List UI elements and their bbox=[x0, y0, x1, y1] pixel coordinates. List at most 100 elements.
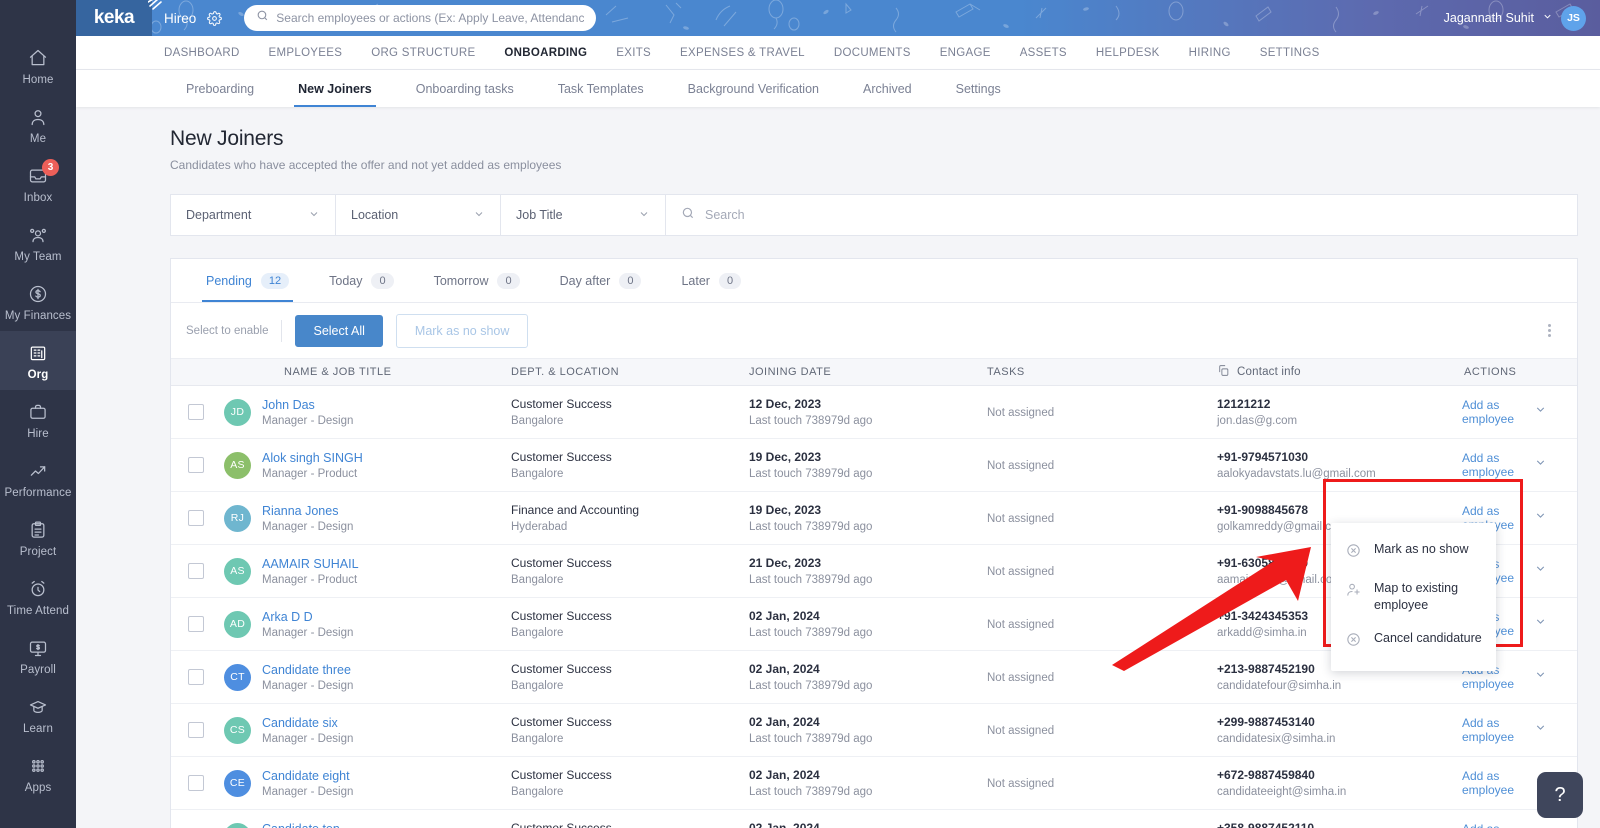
subnav-item-task-templates[interactable]: Task Templates bbox=[536, 70, 666, 107]
add-as-employee-link[interactable]: Add as employee bbox=[1462, 822, 1522, 828]
sidebar-item-hire[interactable]: Hire bbox=[0, 390, 76, 449]
table-row[interactable]: JD John Das Manager - Design Customer Succe… bbox=[171, 386, 1577, 439]
subnav-item-archived[interactable]: Archived bbox=[841, 70, 934, 107]
nav-item-onboarding[interactable]: ONBOARDING bbox=[504, 36, 587, 76]
chevron-down-icon[interactable] bbox=[1534, 721, 1547, 739]
add-as-employee-link[interactable]: Add as employee bbox=[1462, 451, 1522, 479]
nav-item-expenses-travel[interactable]: EXPENSES & TRAVEL bbox=[680, 36, 805, 70]
tab-pending[interactable]: Pending 12 bbox=[186, 259, 309, 302]
select-all-button[interactable]: Select All bbox=[295, 314, 383, 347]
row-checkbox[interactable] bbox=[187, 669, 204, 685]
sidebar-item-apps[interactable]: Apps bbox=[0, 744, 76, 803]
keka-logo[interactable]: keka bbox=[76, 0, 162, 36]
menu-item-mark-as-no-show[interactable]: Mark as no show bbox=[1331, 533, 1496, 572]
subnav-item-settings[interactable]: Settings bbox=[934, 70, 1023, 107]
nav-item-engage[interactable]: ENGAGE bbox=[940, 36, 991, 70]
nav-item-hiring[interactable]: HIRING bbox=[1189, 36, 1231, 70]
subnav-item-preboarding[interactable]: Preboarding bbox=[164, 70, 276, 107]
nav-item-documents[interactable]: DOCUMENTS bbox=[834, 36, 911, 70]
subnav-item-new-joiners[interactable]: New Joiners bbox=[276, 70, 394, 107]
avatar[interactable]: CS bbox=[224, 716, 251, 744]
candidate-name-link[interactable]: Arka D D bbox=[262, 610, 353, 624]
row-checkbox[interactable] bbox=[187, 510, 204, 526]
global-search-input[interactable] bbox=[276, 11, 585, 25]
table-row[interactable]: AS Alok singh SINGH Manager - Product Custo… bbox=[171, 439, 1577, 492]
row-checkbox[interactable] bbox=[187, 775, 204, 791]
chevron-down-icon[interactable] bbox=[1534, 509, 1547, 527]
table-row[interactable]: CTCandidate tenManager - DesignCustomer … bbox=[171, 810, 1577, 828]
candidate-name-link[interactable]: Candidate three bbox=[262, 663, 353, 677]
sidebar-item-me[interactable]: Me bbox=[0, 95, 76, 154]
add-as-employee-link[interactable]: Add as employee bbox=[1462, 398, 1522, 426]
user-menu[interactable]: Jagannath Suhit JS bbox=[1444, 5, 1600, 31]
nav-item-settings[interactable]: SETTINGS bbox=[1260, 36, 1320, 70]
nav-item-exits[interactable]: EXITS bbox=[616, 36, 651, 70]
product-name[interactable]: Hireo bbox=[164, 11, 196, 26]
tab-tomorrow[interactable]: Tomorrow 0 bbox=[414, 259, 540, 302]
row-checkbox[interactable] bbox=[187, 722, 204, 738]
subnav-item-background-verification[interactable]: Background Verification bbox=[666, 70, 841, 107]
help-button[interactable]: ? bbox=[1537, 772, 1583, 818]
sidebar-item-home[interactable]: Home bbox=[0, 36, 76, 95]
candidate-name-link[interactable]: Alok singh SINGH bbox=[262, 451, 363, 465]
tab-today[interactable]: Today 0 bbox=[309, 259, 413, 302]
sidebar-item-org[interactable]: Org bbox=[0, 331, 76, 390]
row-checkbox[interactable] bbox=[187, 563, 204, 579]
chevron-down-icon[interactable] bbox=[1534, 615, 1547, 633]
row-checkbox[interactable] bbox=[187, 457, 204, 473]
chevron-down-icon[interactable] bbox=[1534, 562, 1547, 580]
sidebar-item-my-finances[interactable]: My Finances bbox=[0, 272, 76, 331]
candidate-name-link[interactable]: Candidate six bbox=[262, 716, 353, 730]
tab-day-after[interactable]: Day after 0 bbox=[540, 259, 662, 302]
avatar[interactable]: CT bbox=[224, 663, 251, 691]
nav-item-employees[interactable]: EMPLOYEES bbox=[269, 36, 343, 70]
table-row[interactable]: CE Candidate eight Manager - Design Custome… bbox=[171, 757, 1577, 810]
sidebar-item-payroll[interactable]: Payroll bbox=[0, 626, 76, 685]
chevron-down-icon[interactable] bbox=[1534, 668, 1547, 686]
avatar[interactable]: CT bbox=[224, 822, 251, 828]
table-search-input[interactable] bbox=[705, 208, 1562, 222]
mark-as-no-show-button[interactable]: Mark as no show bbox=[395, 313, 529, 348]
menu-item-map-to-existing-employee[interactable]: Map to existing employee bbox=[1331, 572, 1496, 622]
sidebar-item-project[interactable]: Project bbox=[0, 508, 76, 567]
avatar[interactable]: CE bbox=[224, 769, 251, 797]
avatar[interactable]: RJ bbox=[224, 504, 251, 532]
sidebar-item-my-team[interactable]: My Team bbox=[0, 213, 76, 272]
row-checkbox[interactable] bbox=[187, 404, 204, 420]
nav-item-org-structure[interactable]: ORG STRUCTURE bbox=[371, 36, 475, 70]
candidate-name-link[interactable]: Candidate ten bbox=[262, 822, 353, 828]
filter-job-title[interactable]: Job Title bbox=[501, 195, 666, 235]
avatar[interactable]: JS bbox=[1561, 5, 1586, 31]
chevron-down-icon[interactable] bbox=[1534, 403, 1547, 421]
menu-item-cancel-candidature[interactable]: Cancel candidature bbox=[1331, 622, 1496, 661]
filter-location[interactable]: Location bbox=[336, 195, 501, 235]
avatar[interactable]: AS bbox=[224, 451, 251, 479]
sidebar-item-learn[interactable]: Learn bbox=[0, 685, 76, 744]
global-search[interactable] bbox=[244, 5, 597, 31]
nav-item-dashboard[interactable]: DASHBOARD bbox=[164, 36, 240, 70]
avatar[interactable]: JD bbox=[224, 398, 251, 426]
tab-later[interactable]: Later 0 bbox=[661, 259, 761, 302]
avatar[interactable]: AS bbox=[224, 557, 251, 585]
add-as-employee-link[interactable]: Add as employee bbox=[1462, 716, 1522, 744]
nav-item-helpdesk[interactable]: HELPDESK bbox=[1096, 36, 1160, 70]
table-row[interactable]: CS Candidate six Manager - Design Customer … bbox=[171, 704, 1577, 757]
sidebar-item-performance[interactable]: Performance bbox=[0, 449, 76, 508]
more-vertical-icon[interactable] bbox=[1542, 318, 1557, 343]
table-search[interactable] bbox=[666, 195, 1577, 235]
sidebar-item-time-attend[interactable]: Time Attend bbox=[0, 567, 76, 626]
sidebar-item-inbox[interactable]: 3 Inbox bbox=[0, 154, 76, 213]
filter-department[interactable]: Department bbox=[171, 195, 336, 235]
gear-icon[interactable] bbox=[207, 10, 223, 26]
row-checkbox[interactable] bbox=[187, 616, 204, 632]
add-as-employee-link[interactable]: Add as employee bbox=[1462, 769, 1522, 797]
candidate-name-link[interactable]: John Das bbox=[262, 398, 353, 412]
candidate-name-link[interactable]: Rianna Jones bbox=[262, 504, 353, 518]
candidate-name-link[interactable]: AAMAIR SUHAIL bbox=[262, 557, 359, 571]
subnav-item-onboarding-tasks[interactable]: Onboarding tasks bbox=[394, 70, 536, 107]
avatar[interactable]: AD bbox=[224, 610, 251, 638]
nav-item-assets[interactable]: ASSETS bbox=[1020, 36, 1067, 70]
candidate-name-link[interactable]: Candidate eight bbox=[262, 769, 353, 783]
tasks-status: Not assigned bbox=[987, 778, 1055, 790]
chevron-down-icon[interactable] bbox=[1534, 456, 1547, 474]
